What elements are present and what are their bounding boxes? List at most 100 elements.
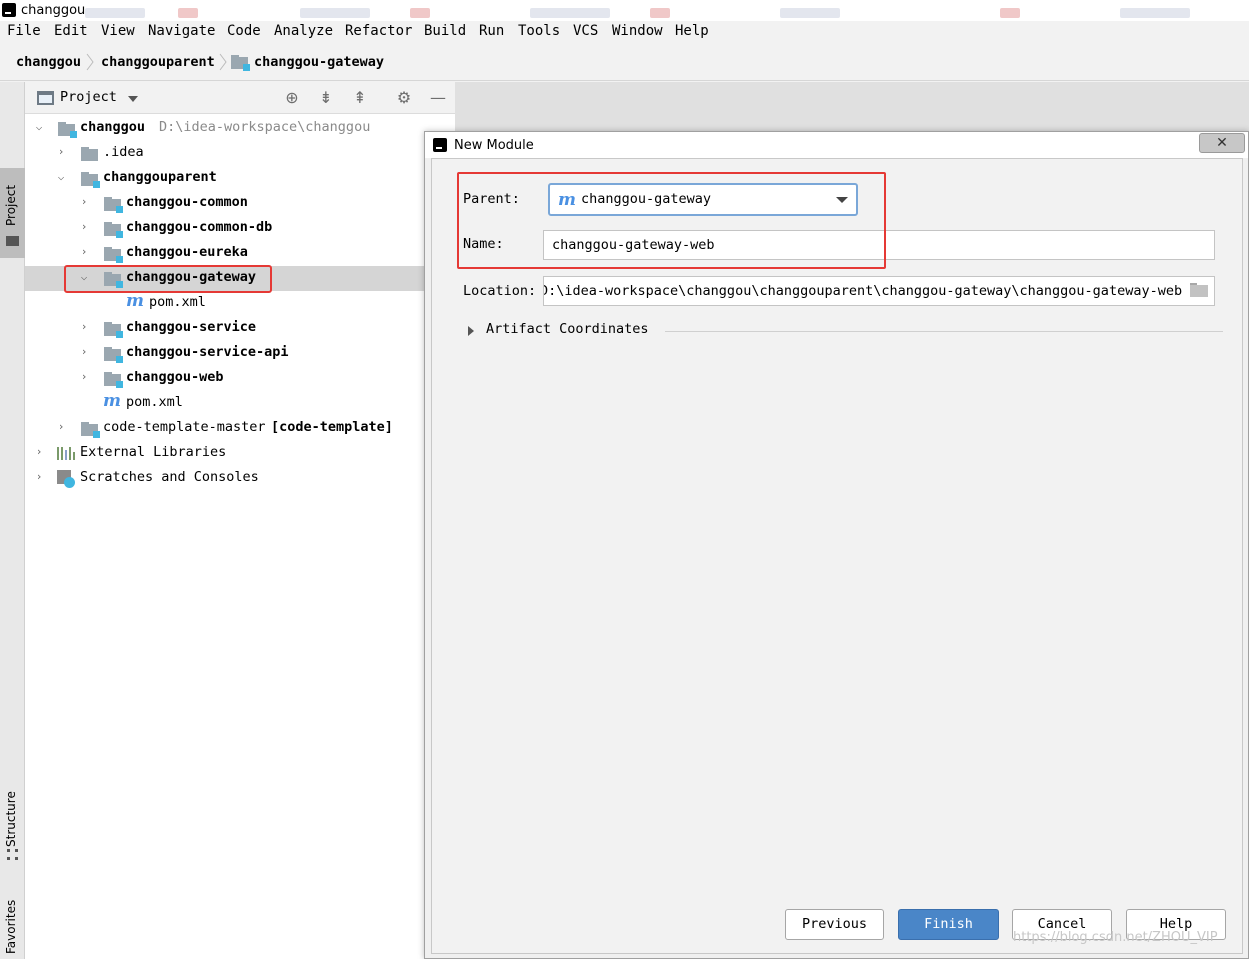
chevron-right-icon[interactable] [468,326,474,336]
collapse-all-icon[interactable]: ⇞ [351,89,369,107]
chevron-down-icon[interactable]: ⌵ [32,120,46,134]
chevron-right-icon[interactable]: › [32,470,46,484]
menu-build[interactable]: Build [424,23,466,39]
folder-open-icon[interactable] [1190,283,1208,297]
tree-item-label: changgou-service-api [126,344,289,360]
tree-item-changgou-common[interactable]: › changgou-common [25,191,455,216]
location-input[interactable]: D:\idea-workspace\changgou\changgouparen… [543,276,1215,306]
blurred-tab [85,8,145,18]
maven-icon: m [126,291,144,311]
menu-window[interactable]: Window [612,23,663,39]
menu-edit[interactable]: Edit [54,23,88,39]
breadcrumb-separator-icon [219,53,227,71]
tree-item-scratches[interactable]: › Scratches and Consoles [25,466,455,491]
tab-favorites[interactable]: Favorites [0,887,25,959]
chevron-right-icon[interactable]: › [77,220,91,234]
chevron-down-icon[interactable] [128,96,138,102]
tree-item-label: changgouparent [103,169,217,185]
menu-view[interactable]: View [101,23,135,39]
artifact-coordinates-toggle[interactable]: Artifact Coordinates [468,321,1223,341]
tree-item-gateway-pom[interactable]: m pom.xml [25,291,455,316]
module-folder-icon [104,347,123,363]
chevron-right-icon[interactable]: › [54,145,68,159]
menu-run[interactable]: Run [479,23,504,39]
finish-button-label: Finish [924,916,973,932]
tree-item-label: changgou-common [126,194,248,210]
locate-icon[interactable]: ⊕ [283,89,301,107]
chevron-right-icon[interactable]: › [32,445,46,459]
tree-item-changgou-web[interactable]: › changgou-web [25,366,455,391]
dialog-body: Parent: m changgou-gateway Name: changgo… [431,158,1243,954]
tree-item-label: pom.xml [126,394,183,410]
close-icon[interactable]: ✕ [1199,133,1245,153]
blurred-tab-icon [1000,8,1020,18]
project-folder-icon [6,236,19,246]
module-folder-icon [104,372,123,388]
dialog-title: New Module [454,138,534,153]
chevron-right-icon[interactable]: › [77,345,91,359]
chevron-down-icon[interactable]: ⌵ [54,170,68,184]
intellij-app-icon [2,3,16,17]
tree-item-changgou-service-api[interactable]: › changgou-service-api [25,341,455,366]
tab-project-label: Project [4,184,18,226]
tree-item-label: changgou-web [126,369,224,385]
tree-item-code-template-master[interactable]: › code-template-master [code-template] [25,416,455,441]
window-title: changgou [21,3,86,18]
blurred-tab [300,8,370,18]
intellij-app-icon [433,138,447,152]
location-input-value: D:\idea-workspace\changgou\changgouparen… [543,283,1183,299]
blurred-tab [530,8,610,18]
location-label: Location: [463,283,537,299]
chevron-right-icon[interactable]: › [54,420,68,434]
breadcrumb-item-changgou[interactable]: changgou [16,54,81,70]
blurred-tab [1120,8,1190,18]
tree-item-parent-pom[interactable]: m pom.xml [25,391,455,416]
breadcrumb-item-changgouparent[interactable]: changgouparent [101,54,215,70]
previous-button[interactable]: Previous [785,909,884,940]
menu-vcs[interactable]: VCS [573,23,598,39]
menu-tools[interactable]: Tools [518,23,560,39]
breadcrumb-separator-icon [86,53,94,71]
tree-item-external-libraries[interactable]: › External Libraries [25,441,455,466]
project-view-icon [37,91,54,105]
chevron-right-icon[interactable]: › [77,320,91,334]
project-panel: Project ⊕ ⇟ ⇞ ⚙ — ⌵ changgou D:\idea-wor… [25,82,455,959]
finish-button[interactable]: Finish [898,909,999,940]
menu-navigate[interactable]: Navigate [148,23,215,39]
menu-file[interactable]: File [7,23,41,39]
chevron-right-icon[interactable]: › [77,370,91,384]
previous-button-label: Previous [801,916,868,932]
chevron-right-icon[interactable]: › [77,245,91,259]
tab-project[interactable]: Project [0,168,25,258]
tree-item-changgouparent[interactable]: ⌵ changgouparent [25,166,455,191]
chevron-right-icon[interactable]: › [77,195,91,209]
tab-structure-label: Structure [4,791,18,847]
tree-item-idea[interactable]: › .idea [25,141,455,166]
tree-item-changgou-eureka[interactable]: › changgou-eureka [25,241,455,266]
clock-icon [64,477,75,488]
tree-item-changgou-service[interactable]: › changgou-service [25,316,455,341]
menu-refactor[interactable]: Refactor [345,23,412,39]
tree-item-label: .idea [103,144,144,160]
tree-item-changgou-common-db[interactable]: › changgou-common-db [25,216,455,241]
project-view-selector[interactable]: Project [60,89,117,105]
tab-structure[interactable]: Structure [0,777,25,867]
menu-help[interactable]: Help [675,23,709,39]
tree-item-changgou[interactable]: ⌵ changgou D:\idea-workspace\changgou [25,116,455,141]
breadcrumb-item-gateway[interactable]: changgou-gateway [254,54,384,70]
menu-analyze[interactable]: Analyze [274,23,333,39]
expand-all-icon[interactable]: ⇟ [317,89,335,107]
menu-code[interactable]: Code [227,23,261,39]
tree-item-label: changgou-eureka [126,244,248,260]
breadcrumb: changgou changgouparent changgou-gateway [0,43,1249,81]
minimize-icon[interactable]: — [429,89,447,107]
gear-icon[interactable]: ⚙ [395,89,413,107]
project-panel-header: Project ⊕ ⇟ ⇞ ⚙ — [25,82,455,114]
module-folder-icon [81,172,100,188]
blurred-tab-icon [650,8,670,18]
highlight-box [64,265,272,293]
blurred-tab [780,8,840,18]
tree-item-label: changgou-service [126,319,257,335]
module-folder-icon [104,247,123,263]
tab-favorites-label: Favorites [4,899,18,954]
